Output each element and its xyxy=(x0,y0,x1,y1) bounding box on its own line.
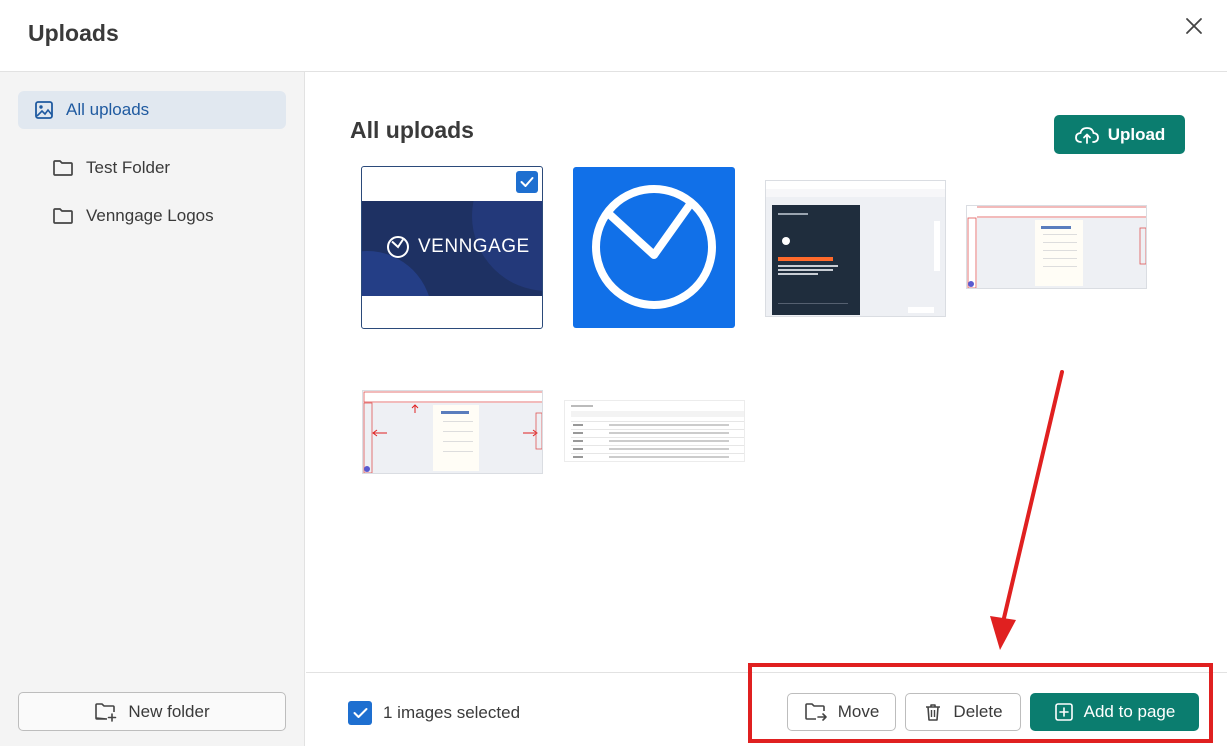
venngage-banner-image: VENNGAGE xyxy=(362,201,542,296)
sidebar-item-venngage-logos[interactable]: Venngage Logos xyxy=(52,200,214,232)
move-button[interactable]: Move xyxy=(787,693,896,731)
thumbnail-screenshot-editor-annotated[interactable] xyxy=(362,390,543,474)
close-button[interactable] xyxy=(1180,12,1208,40)
delete-label: Delete xyxy=(953,702,1003,721)
screenshot-poster-image xyxy=(766,181,945,315)
modal-title: Uploads xyxy=(28,20,119,46)
upload-label: Upload xyxy=(1107,124,1166,144)
thumbnail-table-screenshot[interactable] xyxy=(564,400,745,462)
add-box-icon xyxy=(1054,703,1073,721)
clock-logo-icon xyxy=(387,236,409,258)
sidebar-item-label: Test Folder xyxy=(86,158,171,177)
clock-logo-icon xyxy=(592,185,716,309)
uploads-modal: Uploads All uploads Test Folder Venngage… xyxy=(0,0,1227,746)
check-icon xyxy=(520,177,534,187)
close-icon xyxy=(1186,18,1202,34)
check-icon xyxy=(353,708,367,718)
cloud-upload-icon xyxy=(1074,126,1099,144)
folder-icon xyxy=(53,208,73,224)
main-area: All uploads Upload VENNGAGE xyxy=(306,72,1227,672)
folder-icon xyxy=(53,160,73,176)
thumbnail-venngage-banner[interactable]: VENNGAGE xyxy=(361,166,543,329)
select-all-checkbox[interactable] xyxy=(348,701,372,725)
folder-move-icon xyxy=(804,703,827,721)
new-folder-label: New folder xyxy=(128,701,210,721)
move-label: Move xyxy=(837,702,880,721)
delete-button[interactable]: Delete xyxy=(905,693,1021,731)
selected-checkbox[interactable] xyxy=(516,171,538,193)
logo-text: VENNGAGE xyxy=(418,236,530,257)
sidebar-item-label: Venngage Logos xyxy=(86,206,214,225)
image-icon xyxy=(35,101,53,119)
upload-button[interactable]: Upload xyxy=(1054,115,1185,154)
add-to-page-label: Add to page xyxy=(1083,702,1176,721)
sidebar-item-label: All uploads xyxy=(66,100,150,119)
trash-icon xyxy=(926,704,941,721)
new-folder-button[interactable]: New folder xyxy=(18,692,286,731)
modal-footer: 1 images selected Move Delete Add to pag… xyxy=(306,672,1227,746)
add-to-page-button[interactable]: Add to page xyxy=(1030,693,1199,731)
sidebar-item-all-uploads[interactable]: All uploads xyxy=(18,91,286,129)
sidebar: All uploads Test Folder Venngage Logos N… xyxy=(0,72,305,746)
modal-header: Uploads xyxy=(0,0,1227,72)
thumbnail-clock-logo[interactable] xyxy=(573,167,735,328)
screenshot-editor-annotated-image xyxy=(363,391,542,473)
section-title: All uploads xyxy=(350,117,474,143)
folder-plus-icon xyxy=(95,702,117,722)
table-screenshot-image xyxy=(571,405,744,458)
selected-count-text: 1 images selected xyxy=(383,703,521,722)
screenshot-editor-image xyxy=(967,206,1146,288)
thumbnail-screenshot-editor[interactable] xyxy=(966,205,1147,289)
thumbnail-screenshot-poster[interactable] xyxy=(765,180,946,317)
sidebar-item-test-folder[interactable]: Test Folder xyxy=(52,152,170,184)
